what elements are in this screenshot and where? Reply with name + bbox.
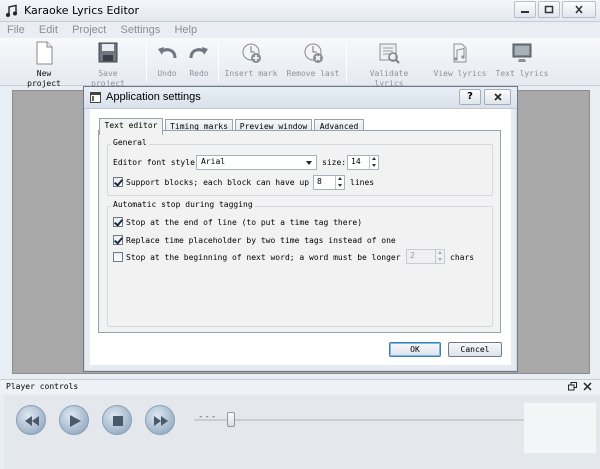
help-icon: ?: [467, 91, 473, 102]
minimize-icon: [521, 10, 529, 13]
validate-lyrics-button[interactable]: Validate lyrics: [354, 41, 424, 89]
text-lyrics-button[interactable]: Text lyrics: [494, 41, 550, 79]
app-music-icon: [6, 4, 17, 17]
redo-button[interactable]: Redo: [185, 41, 213, 79]
insert-mark-button[interactable]: Insert mark: [224, 41, 278, 79]
remove-mark-icon: [304, 43, 323, 63]
min-chars-value: 2: [410, 251, 415, 260]
close-icon: [493, 93, 502, 101]
stop-end-of-line-checkbox[interactable]: [113, 217, 123, 227]
menu-bar: File Edit Project Settings Help: [0, 22, 600, 38]
view-lyrics-label: View lyrics: [433, 69, 487, 78]
window-titlebar: Karaoke Lyrics Editor: [0, 0, 600, 22]
new-project-label: New project: [27, 69, 61, 88]
ok-button[interactable]: OK: [389, 342, 441, 357]
window-title: Karaoke Lyrics Editor: [24, 4, 140, 17]
window-icon: [90, 92, 101, 103]
validate-lyrics-icon: [379, 43, 400, 64]
menu-help[interactable]: Help: [167, 22, 201, 38]
lines-label: lines: [350, 178, 375, 187]
remove-last-label: Remove last: [286, 69, 340, 78]
dialog-title: Application settings: [106, 91, 201, 103]
dialog-titlebar: Application settings ?: [84, 87, 517, 109]
undo-button[interactable]: Undo: [153, 41, 181, 79]
stop-icon: [113, 416, 123, 426]
stop-end-of-line-label: Stop at the end of line (to put a time t…: [126, 218, 363, 227]
close-button[interactable]: [562, 1, 596, 18]
stop-next-word-label: Stop at the beginning of next word; a wo…: [126, 253, 425, 262]
play-icon: [70, 415, 81, 427]
minimize-button[interactable]: [514, 1, 536, 18]
stop-button[interactable]: [102, 405, 132, 435]
replace-placeholder-label: Replace time placeholder by two time tag…: [126, 236, 396, 245]
menu-file[interactable]: File: [0, 22, 29, 38]
general-group-title: General: [111, 138, 149, 147]
chars-label: chars: [450, 253, 475, 262]
block-lines-value: 8: [317, 177, 322, 186]
undo-label: Undo: [157, 69, 177, 78]
font-size-value: 14: [351, 157, 361, 166]
text-lyrics-label: Text lyrics: [495, 69, 549, 78]
remove-last-button[interactable]: Remove last: [286, 41, 340, 79]
player-controls-panel: ---: [4, 395, 600, 469]
main-toolbar: New project Save project Undo Redo Inser…: [0, 38, 600, 89]
redo-label: Redo: [189, 69, 209, 78]
view-lyrics-button[interactable]: View lyrics: [432, 41, 488, 79]
redo-arrow-icon: [189, 47, 208, 59]
maximize-icon: [544, 5, 554, 14]
support-blocks-checkbox[interactable]: [113, 177, 123, 187]
fast-forward-icon: [154, 416, 168, 426]
menu-edit[interactable]: Edit: [32, 22, 62, 38]
save-project-button[interactable]: Save project: [80, 41, 136, 89]
chevron-down-icon: [306, 161, 312, 165]
cancel-button[interactable]: Cancel: [448, 342, 502, 357]
toolbar-separator: [218, 42, 219, 82]
font-style-label: Editor font style:: [113, 158, 200, 167]
tab-text-editor[interactable]: Text editor: [99, 118, 163, 135]
player-controls-header: Player controls: [0, 379, 600, 394]
seek-slider-handle[interactable]: [227, 412, 235, 427]
dialog-close-button[interactable]: [484, 89, 511, 105]
spin-down-icon[interactable]: [336, 182, 344, 188]
player-controls-title: Player controls: [6, 382, 79, 391]
view-lyrics-icon: [453, 43, 467, 63]
undo-arrow-icon: [158, 47, 177, 59]
auto-stop-group-title: Automatic stop during tagging: [111, 200, 255, 209]
monitor-icon: [512, 43, 532, 62]
replace-placeholder-checkbox[interactable]: [113, 235, 123, 245]
seek-slider-track[interactable]: [194, 419, 524, 421]
font-style-combobox[interactable]: Arial: [196, 155, 317, 170]
stop-next-word-checkbox[interactable]: [113, 252, 123, 262]
close-panel-icon[interactable]: [583, 382, 592, 391]
min-chars-spinbox[interactable]: 2: [406, 249, 445, 264]
general-group: [107, 144, 493, 196]
maximize-button[interactable]: [538, 1, 560, 18]
close-icon: [575, 5, 583, 14]
font-size-label: size:: [322, 158, 347, 167]
player-empty-area: [524, 403, 596, 453]
support-blocks-label: Support blocks; each block can have up t…: [126, 178, 324, 187]
new-project-button[interactable]: New project: [18, 41, 70, 89]
new-document-icon: [36, 41, 53, 65]
fast-forward-button[interactable]: [145, 405, 175, 435]
menu-project[interactable]: Project: [65, 22, 110, 38]
float-panel-icon[interactable]: [568, 382, 578, 391]
toolbar-separator: [146, 42, 147, 82]
spin-down-icon[interactable]: [436, 256, 444, 262]
block-lines-spinbox[interactable]: 8: [313, 175, 345, 190]
toolbar-separator: [346, 42, 347, 82]
spin-down-icon[interactable]: [370, 162, 378, 168]
insert-mark-label: Insert mark: [224, 69, 278, 78]
save-disk-icon: [98, 42, 118, 63]
rewind-icon: [25, 416, 39, 426]
dialog-help-button[interactable]: ?: [459, 89, 481, 105]
play-button[interactable]: [59, 405, 89, 435]
font-style-value: Arial: [201, 157, 226, 166]
font-size-spinbox[interactable]: 14: [347, 155, 379, 170]
menu-settings[interactable]: Settings: [114, 22, 165, 38]
rewind-button[interactable]: [16, 405, 46, 435]
insert-mark-icon: [242, 43, 261, 63]
